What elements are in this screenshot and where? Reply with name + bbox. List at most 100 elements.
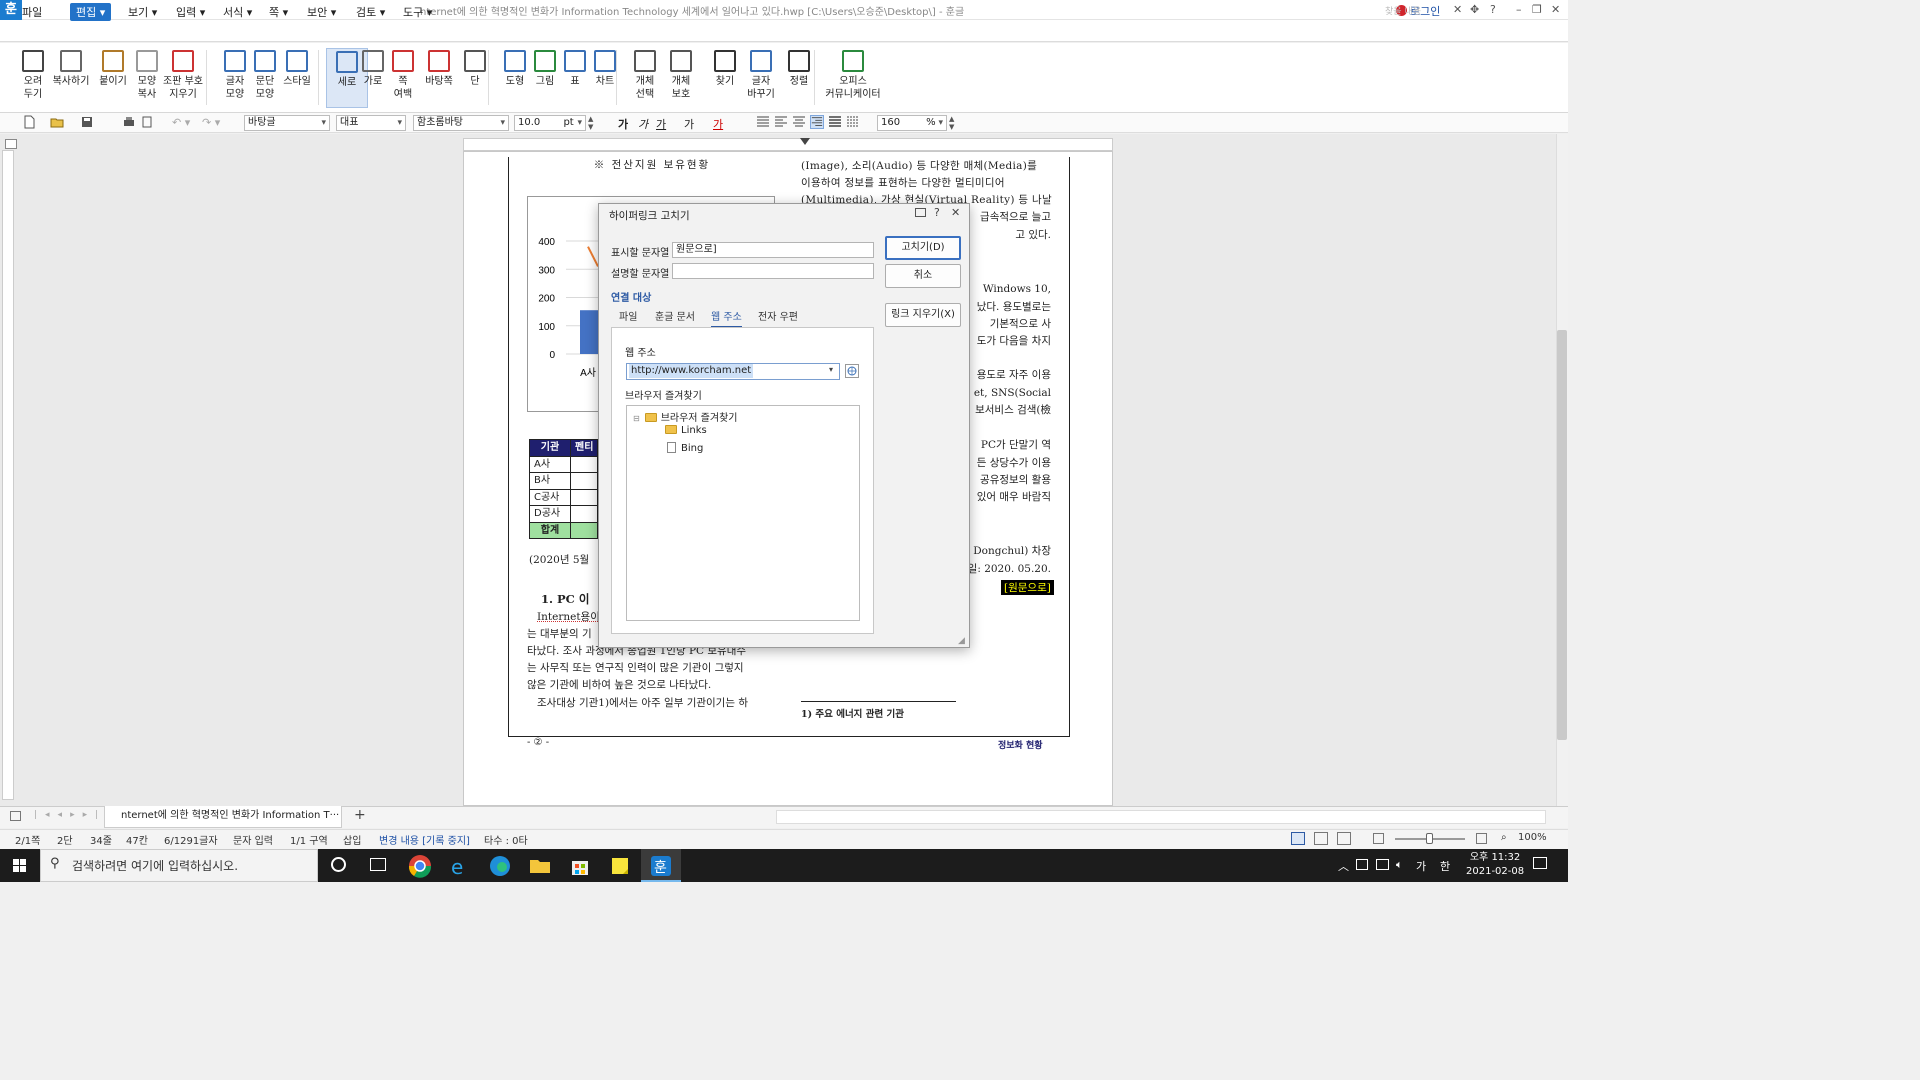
- tree-item-bing[interactable]: Bing: [667, 442, 703, 454]
- print-icon[interactable]: [122, 115, 136, 129]
- ribbon-button-4[interactable]: 조판 부호 지우기: [162, 48, 204, 108]
- file-explorer-icon[interactable]: [527, 853, 553, 879]
- edge-icon[interactable]: [487, 853, 513, 879]
- volume-icon[interactable]: 🔈︎: [1396, 858, 1403, 872]
- notification-icon[interactable]: [1533, 857, 1547, 869]
- ribbon-button-22[interactable]: 오피스 커뮤니케이터: [822, 48, 884, 108]
- url-dropdown-icon[interactable]: ▾: [829, 365, 833, 374]
- horizontal-ruler[interactable]: [463, 138, 1113, 151]
- view-web-icon[interactable]: [1314, 832, 1328, 845]
- menu-edit[interactable]: 편집 ▾: [70, 3, 112, 21]
- dialog-help-button[interactable]: ?: [934, 206, 940, 219]
- align-right-icon[interactable]: [810, 115, 824, 129]
- chrome-icon[interactable]: [407, 853, 433, 879]
- ribbon-button-20[interactable]: 글자 바꾸기: [740, 48, 782, 108]
- tray-chevron-icon[interactable]: ︿: [1338, 858, 1349, 874]
- network-icon[interactable]: [1376, 859, 1389, 870]
- menu-page[interactable]: 쪽 ▾: [263, 3, 294, 21]
- document-tab[interactable]: nternet에 의한 혁명적인 변화가 Information T···: [104, 806, 342, 828]
- font-size-select[interactable]: 10.0 pt: [514, 115, 586, 131]
- ribbon-button-12[interactable]: 단: [454, 48, 496, 108]
- dialog-close-button[interactable]: ✕: [951, 206, 960, 219]
- italic-button[interactable]: 가: [638, 116, 648, 132]
- tab-email[interactable]: 전자 우편: [758, 308, 798, 323]
- new-document-icon[interactable]: [22, 115, 36, 129]
- tree-root[interactable]: ⊟ 브라우저 즐겨찾기: [633, 409, 737, 424]
- strike-button[interactable]: 가: [684, 116, 694, 132]
- tab-nav-icons[interactable]: |◂◂▸▸|: [34, 810, 106, 820]
- zoom-stepper[interactable]: ▲ ▼: [949, 115, 959, 131]
- ribbon-button-1[interactable]: 복사하기: [50, 48, 92, 108]
- zoom-slider-thumb[interactable]: [1426, 833, 1433, 844]
- remove-link-button[interactable]: 링크 지우기(X): [885, 303, 961, 327]
- favorites-tree[interactable]: [626, 405, 860, 621]
- display-text-input[interactable]: 원문으로]: [672, 242, 874, 258]
- open-folder-icon[interactable]: [50, 115, 64, 129]
- save-icon[interactable]: [80, 115, 94, 129]
- font-color-button[interactable]: 가: [713, 116, 723, 132]
- preview-icon[interactable]: [140, 115, 154, 129]
- underline-button[interactable]: 가: [656, 116, 666, 132]
- equipment-table[interactable]: 기관 펜티 A사 B사 C공사 D공사 합계: [529, 439, 599, 539]
- ime-mode-hangul[interactable]: 한: [1440, 858, 1450, 874]
- taskbar-clock[interactable]: 오후 11:32 2021-02-08: [1466, 851, 1524, 879]
- restore-button[interactable]: ❐: [1532, 3, 1542, 16]
- bold-button[interactable]: 가: [618, 116, 628, 132]
- cortana-icon[interactable]: [331, 857, 346, 872]
- face-select[interactable]: 대표: [336, 115, 406, 131]
- dialog-comment-icon[interactable]: [915, 208, 926, 217]
- status-zoom[interactable]: 100%: [1518, 832, 1547, 843]
- zoom-page-icon[interactable]: [1476, 833, 1487, 844]
- modify-button[interactable]: 고치기(D): [885, 236, 961, 260]
- vertical-scroll-thumb[interactable]: [1557, 330, 1567, 740]
- cancel-button[interactable]: 취소: [885, 264, 961, 288]
- menu-search-input[interactable]: 찾을 내용: [1385, 4, 1525, 18]
- horizontal-scrollbar[interactable]: [776, 810, 1546, 824]
- ruler-indent-marker-icon[interactable]: [800, 138, 810, 145]
- align-distribute-icon[interactable]: [828, 115, 842, 129]
- ribbon-button-16[interactable]: 차트: [584, 48, 626, 108]
- font-size-stepper[interactable]: ▲ ▼: [588, 115, 598, 131]
- menu-format[interactable]: 서식 ▾: [217, 3, 258, 21]
- undo-icon[interactable]: ↶ ▾: [172, 116, 190, 129]
- ribbon-button-18[interactable]: 개체 보호: [660, 48, 702, 108]
- view-outline-icon[interactable]: [1337, 832, 1351, 845]
- align-justify-icon[interactable]: [756, 115, 770, 129]
- tab-list-icon[interactable]: [10, 811, 21, 821]
- hyperlink-text[interactable]: [원문으로]: [1001, 580, 1054, 595]
- style-select[interactable]: 바탕글: [244, 115, 330, 131]
- tab-hangul-doc[interactable]: 훈글 문서: [655, 308, 695, 323]
- sticky-notes-icon[interactable]: [607, 853, 633, 879]
- tray-ime-icon[interactable]: [1356, 859, 1368, 870]
- tab-web-address[interactable]: 웹 주소: [711, 308, 742, 328]
- internet-explorer-icon[interactable]: e: [447, 853, 473, 879]
- align-center-icon[interactable]: [792, 115, 806, 129]
- menu-file[interactable]: 파일: [16, 3, 48, 21]
- menu-tools[interactable]: 도구 ▾: [397, 3, 438, 21]
- ribbon-button-0[interactable]: 오려 두기: [12, 48, 54, 108]
- status-mode[interactable]: 문자 입력: [233, 832, 273, 847]
- tab-file[interactable]: 파일: [619, 308, 637, 323]
- status-page[interactable]: 2/1쪽: [15, 832, 40, 847]
- menu-view[interactable]: 보기 ▾: [122, 3, 163, 21]
- font-select[interactable]: 함초롬바탕: [413, 115, 509, 131]
- status-track-changes[interactable]: 변경 내용 [기록 중지]: [379, 832, 470, 847]
- zoom-fit-icon[interactable]: [1373, 833, 1384, 844]
- add-tab-button[interactable]: +: [354, 807, 366, 823]
- redo-icon[interactable]: ↷ ▾: [202, 116, 220, 129]
- ruler-corner-icon[interactable]: [5, 139, 17, 149]
- status-insert[interactable]: 삽입: [343, 832, 361, 847]
- resize-grip-icon[interactable]: ◢: [958, 636, 965, 646]
- align-left-icon[interactable]: [774, 115, 788, 129]
- store-icon[interactable]: [567, 853, 593, 879]
- menu-insert[interactable]: 입력 ▾: [170, 3, 211, 21]
- menu-security[interactable]: 보안 ▾: [301, 3, 342, 21]
- align-divide-icon[interactable]: [846, 115, 860, 129]
- browse-web-icon[interactable]: [845, 364, 859, 378]
- close-button[interactable]: ✕: [1551, 3, 1560, 16]
- description-input[interactable]: [672, 263, 874, 279]
- task-view-icon[interactable]: [370, 858, 386, 871]
- zoom-magnifier-icon[interactable]: ⌕: [1501, 832, 1507, 843]
- menu-review[interactable]: 검토 ▾: [350, 3, 391, 21]
- ribbon-button-7[interactable]: 스타일: [276, 48, 318, 108]
